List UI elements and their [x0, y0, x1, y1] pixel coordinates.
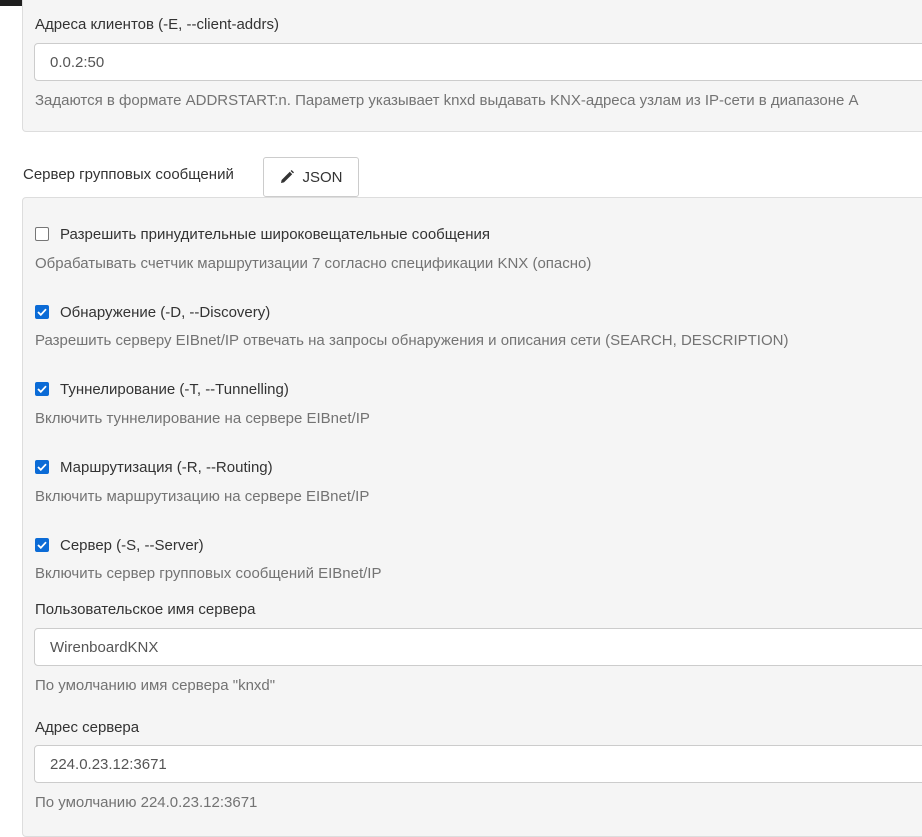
client-addrs-label: Адреса клиентов (-E, --client-addrs)	[35, 16, 279, 33]
option-tunnelling[interactable]: Туннелирование (-T, --Tunnelling)	[35, 380, 289, 398]
pencil-icon	[279, 169, 295, 185]
group-server-panel	[22, 197, 922, 837]
json-edit-button[interactable]: JSON	[263, 157, 359, 197]
tunnelling-help: Включить туннелирование на сервере EIBne…	[35, 410, 370, 427]
option-forced-broadcast[interactable]: Разрешить принудительные широковещательн…	[35, 225, 490, 243]
client-addrs-input[interactable]	[34, 43, 922, 81]
option-routing[interactable]: Маршрутизация (-R, --Routing)	[35, 458, 273, 476]
forced-broadcast-help: Обрабатывать счетчик маршрутизации 7 сог…	[35, 255, 592, 272]
forced-broadcast-checkbox[interactable]	[35, 227, 49, 241]
forced-broadcast-label: Разрешить принудительные широковещательн…	[60, 225, 491, 243]
option-discovery[interactable]: Обнаружение (-D, --Discovery)	[35, 303, 270, 321]
discovery-help: Разрешить серверу EIBnet/IP отвечать на …	[35, 332, 789, 349]
check-icon	[37, 308, 47, 316]
tunnelling-checkbox[interactable]	[35, 382, 49, 396]
discovery-checkbox[interactable]	[35, 305, 49, 319]
tunnelling-label: Туннелирование (-T, --Tunnelling)	[60, 380, 289, 398]
client-addrs-help: Задаются в формате ADDRSTART:n. Параметр…	[35, 92, 859, 109]
server-label: Сервер (-S, --Server)	[60, 536, 204, 554]
server-name-label: Пользовательское имя сервера	[35, 601, 256, 618]
server-address-input[interactable]	[34, 745, 922, 783]
discovery-label: Обнаружение (-D, --Discovery)	[60, 303, 271, 321]
group-server-title: Сервер групповых сообщений	[23, 166, 234, 183]
option-server[interactable]: Сервер (-S, --Server)	[35, 536, 204, 554]
routing-label: Маршрутизация (-R, --Routing)	[60, 458, 273, 476]
routing-help: Включить маршрутизацию на сервере EIBnet…	[35, 488, 370, 505]
server-address-label: Адрес сервера	[35, 719, 140, 736]
routing-checkbox[interactable]	[35, 460, 49, 474]
json-button-label: JSON	[302, 168, 343, 186]
check-icon	[37, 385, 47, 393]
server-checkbox[interactable]	[35, 538, 49, 552]
server-address-help: По умолчанию 224.0.23.12:3671	[35, 794, 258, 811]
server-help: Включить сервер групповых сообщений EIBn…	[35, 565, 382, 582]
check-icon	[37, 463, 47, 471]
check-icon	[37, 541, 47, 549]
server-name-input[interactable]	[34, 628, 922, 666]
server-name-help: По умолчанию имя сервера "knxd"	[35, 677, 276, 694]
